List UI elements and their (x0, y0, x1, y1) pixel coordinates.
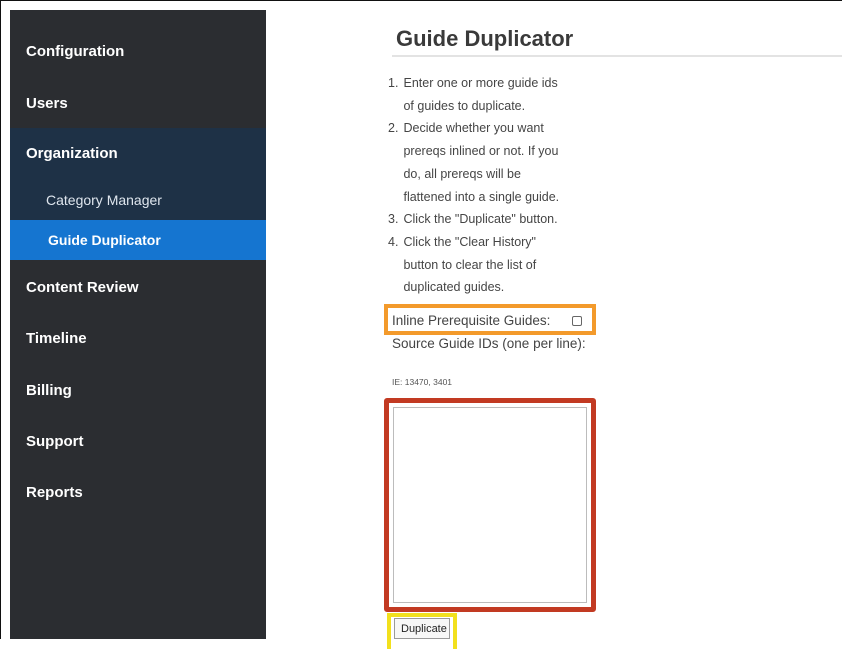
sidebar-item-support[interactable]: Support (10, 416, 266, 468)
sidebar-item-users[interactable]: Users (10, 78, 266, 130)
title-divider (392, 55, 842, 57)
source-ids-textarea[interactable] (393, 407, 587, 603)
sidebar-item-reports[interactable]: Reports (10, 467, 266, 519)
duplicate-button[interactable]: Duplicate (394, 618, 450, 639)
sidebar-item-billing[interactable]: Billing (10, 365, 266, 417)
sidebar: Configuration Users Organization Categor… (10, 10, 266, 639)
sidebar-item-timeline[interactable]: Timeline (10, 313, 266, 365)
inline-prereq-label: Inline Prerequisite Guides: (392, 313, 551, 328)
source-ids-example: IE: 13470, 3401 (392, 377, 453, 387)
page-title: Guide Duplicator (396, 26, 574, 51)
sidebar-item-configuration[interactable]: Configuration (10, 26, 266, 78)
sidebar-subitem-guide-duplicator[interactable]: Guide Duplicator (10, 220, 266, 260)
source-ids-label: Source Guide IDs (one per line): (392, 336, 586, 351)
sidebar-subitem-category-manager[interactable]: Category Manager (10, 180, 266, 220)
sidebar-item-organization[interactable]: Organization (10, 128, 266, 180)
instruction-step: 3. Click the "Duplicate" button. (388, 212, 558, 227)
sidebar-item-content-review[interactable]: Content Review (10, 262, 266, 314)
main-content: Guide Duplicator 1. Enter one or more gu… (266, 10, 842, 649)
inline-prereq-checkbox[interactable] (572, 316, 582, 326)
instruction-step: 1. Enter one or more guide ids of guides… (388, 76, 558, 113)
instructions-list: 1. Enter one or more guide ids of guides… (388, 72, 588, 299)
instruction-step: 2. Decide whether you want prereqs inlin… (388, 121, 560, 204)
instruction-step: 4. Click the "Clear History" button to c… (388, 234, 537, 295)
